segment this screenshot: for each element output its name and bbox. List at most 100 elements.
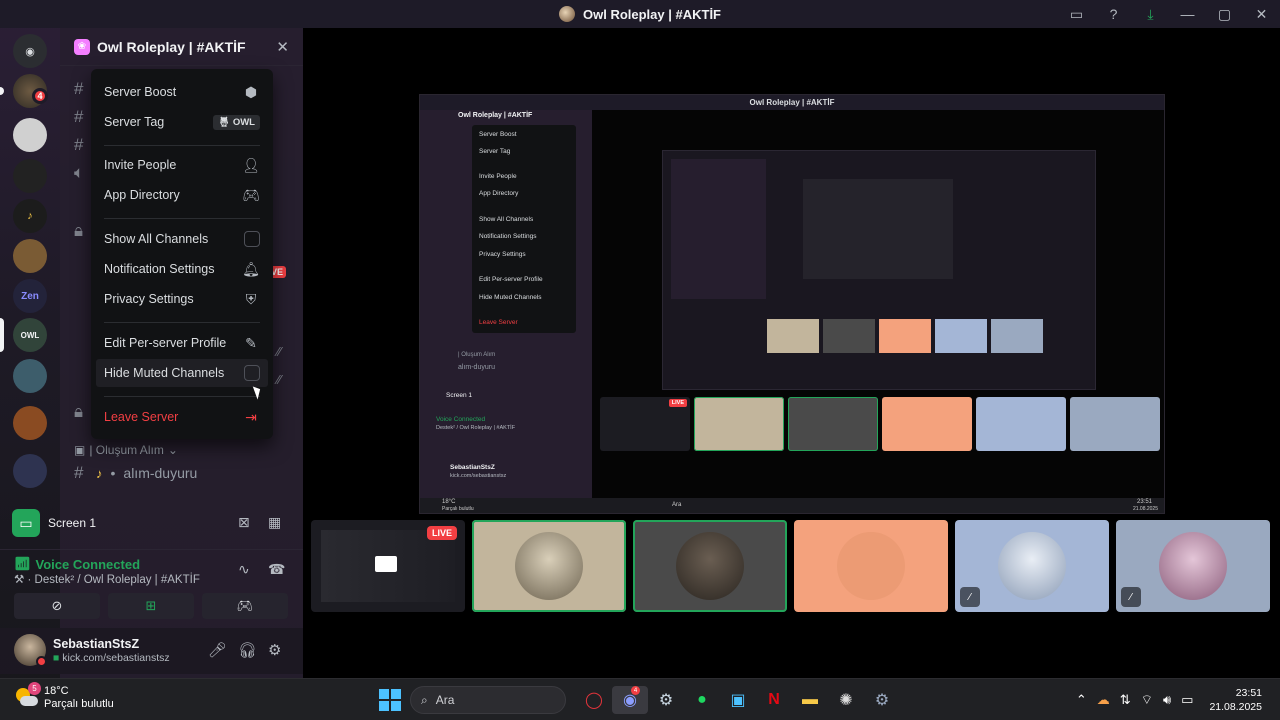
noise-suppression-icon[interactable]: ∿ (238, 561, 250, 578)
inner-category: | Oluşum Alım (458, 352, 496, 358)
participant-tile[interactable] (633, 520, 787, 612)
participant-tile[interactable] (794, 520, 948, 612)
activity-button[interactable]: 🎮︎ (202, 593, 288, 619)
mute-icon: ⁄⁄ (277, 372, 282, 387)
checkbox[interactable] (244, 365, 260, 381)
discord-taskbar-icon[interactable]: ◉ 4 (612, 686, 648, 714)
nested-tile (991, 319, 1043, 353)
inner-menu-item: Invite People (479, 173, 517, 180)
inner-server-name: Owl Roleplay | #AKTİF (458, 112, 533, 119)
channel-row[interactable]: # (74, 133, 88, 157)
participant-tile[interactable]: ⁄ (955, 520, 1109, 612)
menu-privacy-settings[interactable]: Privacy Settings ⛨ (96, 285, 268, 313)
maximize-button[interactable]: ▢ (1206, 0, 1243, 28)
voice-location[interactable]: ⚒ · Destek² / Owl Roleplay | #AKTİF (14, 572, 200, 586)
share-screen-button[interactable]: ⊞ (108, 593, 194, 619)
disconnect-icon[interactable]: ☎ (268, 561, 285, 578)
category-label: | Oluşum Alım (89, 443, 164, 457)
checkbox[interactable] (244, 231, 260, 247)
menu-server-tag[interactable]: Server Tag 🦉︎ OWL (96, 108, 268, 136)
download-icon[interactable]: ⤓ (1132, 0, 1169, 28)
locked-channel-row[interactable]: 🔒︎ (74, 219, 88, 243)
server-icon-8[interactable] (13, 359, 47, 393)
category-icon: ▣ (74, 443, 86, 457)
channel-row[interactable]: # (74, 105, 88, 129)
cloud-icon (20, 696, 38, 706)
menu-label: Server Tag (104, 115, 165, 129)
user-panel: SebastianStsZ ■ kick.com/sebastianstsz 🎤… (0, 628, 303, 674)
wifi-icon[interactable]: ⌔ (1141, 692, 1153, 708)
folder-icon[interactable]: ▬ (792, 686, 828, 714)
battery-icon[interactable]: ▭ (1181, 692, 1193, 708)
search-input[interactable]: ⌕ Ara (410, 686, 566, 714)
participant-tile[interactable] (472, 520, 626, 612)
server-icon-5[interactable] (13, 239, 47, 273)
cloud-tray-icon[interactable]: ☁ (1097, 692, 1110, 708)
taskbar-apps: ⌕ Ara ◯ ◉ 4 ⚙ ● ▣ N ▬ ✺ ⚙ (370, 686, 900, 714)
mute-icon: ⁄ (960, 587, 980, 607)
add-user-icon: 👤︎ (242, 156, 260, 173)
menu-notification-settings[interactable]: Notification Settings 🔔︎ (96, 255, 268, 283)
opera-icon[interactable]: ◯ (576, 686, 612, 714)
participant-avatar (837, 532, 905, 600)
server-icon-3[interactable] (13, 159, 47, 193)
steam-icon[interactable]: ⚙ (648, 686, 684, 714)
clock[interactable]: 23:51 21.08.2025 (1209, 686, 1262, 714)
search-icon: ⌕ (421, 692, 428, 707)
store-icon[interactable]: ▣ (720, 686, 756, 714)
menu-show-all-channels[interactable]: Show All Channels (96, 225, 268, 253)
inner-menu: Server Boost Server Tag Invite People Ap… (472, 125, 576, 333)
server-badge: 4 (32, 88, 48, 104)
server-header[interactable]: ❀ Owl Roleplay | #AKTİF ✕ (60, 28, 303, 66)
menu-app-directory[interactable]: App Directory 🎮︎ (96, 181, 268, 209)
netflix-icon[interactable]: N (756, 686, 792, 714)
menu-invite-people[interactable]: Invite People 👤︎ (96, 151, 268, 179)
chatgpt-icon[interactable]: ✺ (828, 686, 864, 714)
stop-stream-icon[interactable]: ⊠ (238, 514, 250, 531)
inner-tiles: LIVE (600, 397, 1160, 453)
menu-hide-muted-channels[interactable]: Hide Muted Channels (96, 359, 268, 387)
settings-icon[interactable]: ⚙ (864, 686, 900, 714)
stream-settings-icon[interactable]: ▦ (268, 514, 281, 531)
inner-menu-item: Privacy Settings (479, 251, 526, 258)
microphone-icon[interactable]: 🎤︎ (208, 641, 227, 659)
spotify-icon[interactable]: ● (684, 686, 720, 714)
inner-menu-item: Server Boost (479, 131, 517, 138)
clock-time: 23:51 (1235, 687, 1262, 699)
boost-icon: ⬢ (244, 83, 258, 100)
stream-stage[interactable]: Owl Roleplay | #AKTİF Owl Roleplay | #AK… (303, 28, 1280, 678)
server-icon-2[interactable] (13, 118, 47, 152)
chevron-up-icon[interactable]: ⌃ (1076, 692, 1087, 708)
channel-row[interactable]: # (74, 77, 88, 101)
server-icon-6[interactable]: Zen (13, 279, 47, 313)
close-icon[interactable]: ✕ (276, 38, 289, 56)
network-tray-icon[interactable]: ⇅ (1120, 692, 1131, 708)
lock-icon: 🔒︎ (74, 402, 84, 421)
participant-tile[interactable]: ⁄ (1116, 520, 1270, 612)
close-window-button[interactable]: ✕ (1243, 0, 1280, 28)
category-header[interactable]: ▣ | Oluşum Alım ⌄ (74, 443, 178, 457)
stream-tile[interactable]: LIVE (311, 520, 465, 612)
server-name: Owl Roleplay | #AKTİF (97, 38, 246, 55)
server-icon-4[interactable]: ♪ (13, 199, 47, 233)
server-folder-icon[interactable] (13, 406, 47, 440)
channel-row[interactable]: # ♪ • alım-duyuru (74, 461, 197, 485)
minimize-button[interactable]: — (1169, 0, 1206, 28)
menu-leave-server[interactable]: Leave Server ⇥ (96, 403, 268, 431)
help-icon[interactable]: ? (1095, 0, 1132, 28)
menu-server-boost[interactable]: Server Boost ⬢ (96, 78, 268, 106)
voice-channel-row[interactable]: 🔈︎ (74, 161, 88, 185)
volume-icon[interactable]: 🔊︎ (1163, 692, 1171, 708)
discord-home-icon[interactable]: ◉ (13, 34, 47, 68)
headphones-icon[interactable]: 🎧︎ (238, 641, 257, 659)
menu-edit-profile[interactable]: Edit Per-server Profile ✎ (96, 329, 268, 357)
server-icon-10[interactable] (13, 454, 47, 488)
server-icon-owl[interactable]: OWL (13, 318, 47, 352)
inbox-icon[interactable]: ▭ (1058, 0, 1095, 28)
camera-off-button[interactable]: ⊘ (14, 593, 100, 619)
locked-channel-row[interactable]: 🔒︎ (74, 400, 88, 424)
windows-start-icon[interactable] (379, 689, 401, 711)
weather-widget[interactable]: 5 18°C Parçalı bulutlu (14, 682, 114, 711)
gear-icon[interactable]: ⚙ (268, 641, 281, 659)
inner-weather-temp: 18°C (442, 499, 456, 505)
